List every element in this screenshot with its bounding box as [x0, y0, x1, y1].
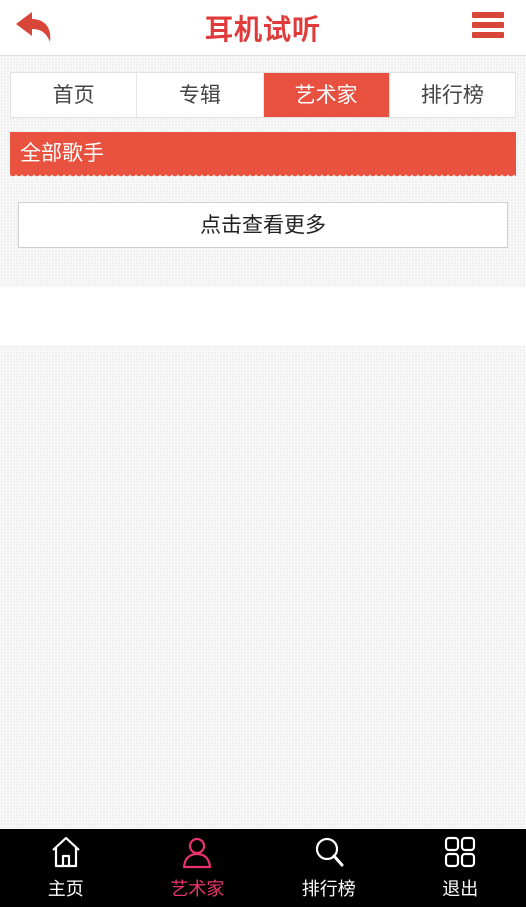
person-icon — [183, 837, 212, 869]
app-title: 耳机试听 — [204, 13, 321, 46]
menu-button[interactable] — [472, 12, 504, 42]
search-icon — [315, 837, 344, 867]
content-divider — [0, 287, 526, 345]
bottom-nav: 主页 艺术家 排行榜 退出 — [0, 829, 526, 907]
nav-label-home: 主页 — [47, 879, 84, 900]
home-icon — [52, 836, 80, 868]
nav-item-exit[interactable]: 退出 — [395, 829, 526, 907]
grid-icon — [445, 836, 476, 868]
tab-home[interactable]: 首页 — [11, 73, 138, 117]
tab-artists[interactable]: 艺术家 — [263, 73, 390, 117]
tab-bar: 首页 专辑 艺术家 排行榜 — [10, 72, 516, 118]
app-header: 耳机试听 — [0, 0, 526, 56]
section-title: 全部歌手 — [10, 132, 516, 178]
load-more-button[interactable]: 点击查看更多 — [18, 202, 508, 248]
nav-label-exit: 退出 — [442, 879, 479, 900]
nav-label-charts: 排行榜 — [301, 879, 356, 900]
tab-albums[interactable]: 专辑 — [137, 73, 264, 117]
nav-item-home[interactable]: 主页 — [0, 829, 132, 907]
hamburger-menu-icon — [472, 12, 504, 18]
nav-item-charts[interactable]: 排行榜 — [263, 829, 395, 907]
tab-charts[interactable]: 排行榜 — [390, 73, 515, 117]
nav-item-artists[interactable]: 艺术家 — [132, 829, 264, 907]
nav-label-artists: 艺术家 — [170, 879, 225, 900]
